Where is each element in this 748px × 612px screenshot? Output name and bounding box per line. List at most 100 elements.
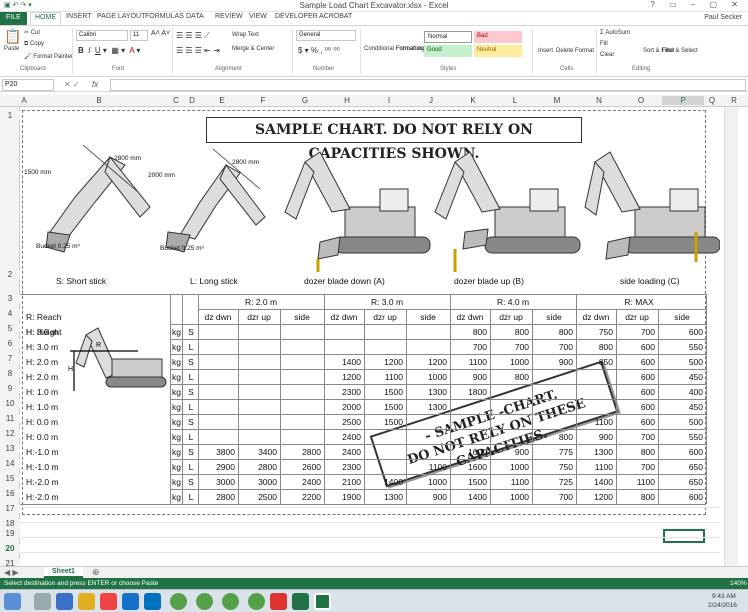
align-buttons[interactable]: ☰ ☰ ☰ ⇤ ⇥ bbox=[176, 46, 220, 55]
row-header-18[interactable]: 18 bbox=[0, 519, 20, 528]
outlook-icon[interactable] bbox=[144, 593, 161, 610]
row-header-11[interactable]: 11 bbox=[0, 414, 20, 423]
row-header-15[interactable]: 15 bbox=[0, 474, 20, 483]
acrobat-icon[interactable] bbox=[270, 593, 287, 610]
row-header-8[interactable]: 8 bbox=[0, 369, 20, 378]
tab-data[interactable]: DATA bbox=[186, 13, 204, 20]
align-top-buttons[interactable]: ☰ ☰ ☰ ⟋ bbox=[176, 31, 210, 41]
column-header-r[interactable]: R bbox=[720, 96, 748, 105]
row-header-2[interactable]: 2 bbox=[0, 270, 20, 279]
column-header-q[interactable]: Q bbox=[704, 96, 720, 105]
column-header-m[interactable]: M bbox=[536, 96, 578, 105]
row-header-14[interactable]: 14 bbox=[0, 459, 20, 468]
row-header-7[interactable]: 7 bbox=[0, 354, 20, 363]
tab-insert[interactable]: INSERT bbox=[66, 13, 92, 20]
taskbar-app-icon[interactable] bbox=[34, 593, 51, 610]
formula-input[interactable] bbox=[110, 79, 746, 91]
column-header-g[interactable]: G bbox=[284, 96, 326, 105]
tab-review[interactable]: REVIEW bbox=[215, 13, 243, 20]
column-header-k[interactable]: K bbox=[452, 96, 494, 105]
style-normal[interactable]: Normal bbox=[424, 31, 472, 43]
chrome-icon[interactable] bbox=[100, 593, 117, 610]
publisher-icon[interactable] bbox=[292, 593, 309, 610]
word-icon[interactable] bbox=[122, 593, 139, 610]
column-header-a[interactable]: A bbox=[20, 96, 28, 105]
fx-icon[interactable]: fx bbox=[92, 80, 98, 89]
name-box[interactable]: P20 bbox=[2, 79, 54, 91]
insert-cells-button[interactable]: Insert bbox=[538, 48, 553, 54]
wrap-text-button[interactable]: Wrap Text bbox=[232, 32, 259, 38]
copy-button[interactable]: ⧉ Copy bbox=[24, 41, 44, 48]
paste-icon[interactable]: 📋 bbox=[4, 28, 21, 45]
tab-home[interactable]: HOME bbox=[30, 12, 61, 25]
merge-center-button[interactable]: Merge & Center bbox=[232, 46, 274, 52]
row-header-12[interactable]: 12 bbox=[0, 429, 20, 438]
tab-view[interactable]: VIEW bbox=[249, 13, 267, 20]
column-header-o[interactable]: O bbox=[620, 96, 662, 105]
vertical-scrollbar[interactable] bbox=[724, 107, 738, 567]
tab-formulas[interactable]: FORMULAS bbox=[145, 13, 184, 20]
formula-cancel-confirm[interactable]: ✕ ✓ bbox=[64, 80, 80, 89]
solidworks-icon[interactable] bbox=[196, 593, 213, 610]
user-name[interactable]: Paul Secker bbox=[704, 14, 742, 21]
style-neutral[interactable]: Neutral bbox=[474, 45, 522, 57]
column-header-c[interactable]: C bbox=[170, 96, 182, 105]
column-header-l[interactable]: L bbox=[494, 96, 536, 105]
start-button-icon[interactable] bbox=[4, 593, 21, 610]
add-sheet-icon[interactable]: ⊕ bbox=[92, 567, 100, 578]
column-header-d[interactable]: D bbox=[182, 96, 202, 105]
row-header-10[interactable]: 10 bbox=[0, 399, 20, 408]
column-header-b[interactable]: B bbox=[28, 96, 170, 105]
column-header-p[interactable]: P bbox=[662, 96, 704, 105]
row-header-20[interactable]: 20 bbox=[0, 544, 20, 553]
excel-icon[interactable] bbox=[314, 593, 331, 610]
row-header-3[interactable]: 3 bbox=[0, 294, 20, 303]
column-header-f[interactable]: F bbox=[242, 96, 284, 105]
font-name-select[interactable]: Calibri bbox=[76, 30, 128, 41]
number-format-buttons[interactable]: $ ▾ % , ⁰⁰ ⁰⁰ bbox=[298, 46, 340, 55]
row-header-5[interactable]: 5 bbox=[0, 324, 20, 333]
solidworks-icon[interactable] bbox=[248, 593, 265, 610]
column-header-h[interactable]: H bbox=[326, 96, 368, 105]
column-header-i[interactable]: I bbox=[368, 96, 410, 105]
folder-icon[interactable] bbox=[78, 593, 95, 610]
window-controls[interactable]: ? ▭ – ▢ ✕ bbox=[650, 0, 744, 9]
paste-button[interactable]: Paste bbox=[4, 46, 19, 52]
row-header-1[interactable]: 1 bbox=[0, 111, 20, 120]
delete-cells-button[interactable]: Delete bbox=[556, 48, 573, 54]
column-header-n[interactable]: N bbox=[578, 96, 620, 105]
tab-file[interactable]: FILE bbox=[0, 12, 27, 25]
row-header-6[interactable]: 6 bbox=[0, 339, 20, 348]
font-grow-shrink[interactable]: A˄ A˅ bbox=[151, 30, 170, 37]
row-header-19[interactable]: 19 bbox=[0, 529, 20, 538]
zoom-level[interactable]: 140% bbox=[730, 580, 747, 587]
tab-acrobat[interactable]: ACROBAT bbox=[319, 13, 352, 20]
row-header-13[interactable]: 13 bbox=[0, 444, 20, 453]
row-header-9[interactable]: 9 bbox=[0, 384, 20, 393]
clear-button[interactable]: Clear bbox=[600, 52, 614, 58]
font-style-buttons[interactable]: B I U ▾ ▦ ▾ A ▾ bbox=[78, 46, 140, 55]
tab-page-layout[interactable]: PAGE LAYOUT bbox=[97, 13, 145, 20]
solidworks-icon[interactable] bbox=[222, 593, 239, 610]
style-good[interactable]: Good bbox=[424, 45, 472, 57]
column-header-j[interactable]: J bbox=[410, 96, 452, 105]
solidworks-icon[interactable] bbox=[170, 593, 187, 610]
sheet-nav-arrows[interactable]: ◀ ▶ bbox=[4, 568, 19, 577]
row-header-17[interactable]: 17 bbox=[0, 504, 20, 513]
selected-cell[interactable] bbox=[663, 529, 705, 543]
find-select-button[interactable]: Find & Select bbox=[662, 48, 698, 54]
worksheet-grid[interactable]: SAMPLE CHART. DO NOT RELY ON CAPACITIES … bbox=[20, 107, 738, 567]
column-header-e[interactable]: E bbox=[202, 96, 242, 105]
style-bad[interactable]: Bad bbox=[474, 31, 522, 43]
sheet-tab-sheet1[interactable]: Sheet1 bbox=[44, 567, 83, 578]
autosum-button[interactable]: Σ AutoSum bbox=[600, 30, 630, 36]
number-format-select[interactable]: General bbox=[296, 30, 356, 41]
cut-button[interactable]: ✂ Cut bbox=[24, 29, 40, 36]
row-header-4[interactable]: 4 bbox=[0, 309, 20, 318]
fill-button[interactable]: Fill bbox=[600, 41, 608, 47]
format-painter-button[interactable]: 🖌 Format Painter bbox=[24, 53, 73, 60]
tab-developer[interactable]: DEVELOPER bbox=[275, 13, 318, 20]
row-header-16[interactable]: 16 bbox=[0, 489, 20, 498]
font-size-select[interactable]: 11 bbox=[130, 30, 148, 41]
taskbar-app-icon[interactable] bbox=[56, 593, 73, 610]
